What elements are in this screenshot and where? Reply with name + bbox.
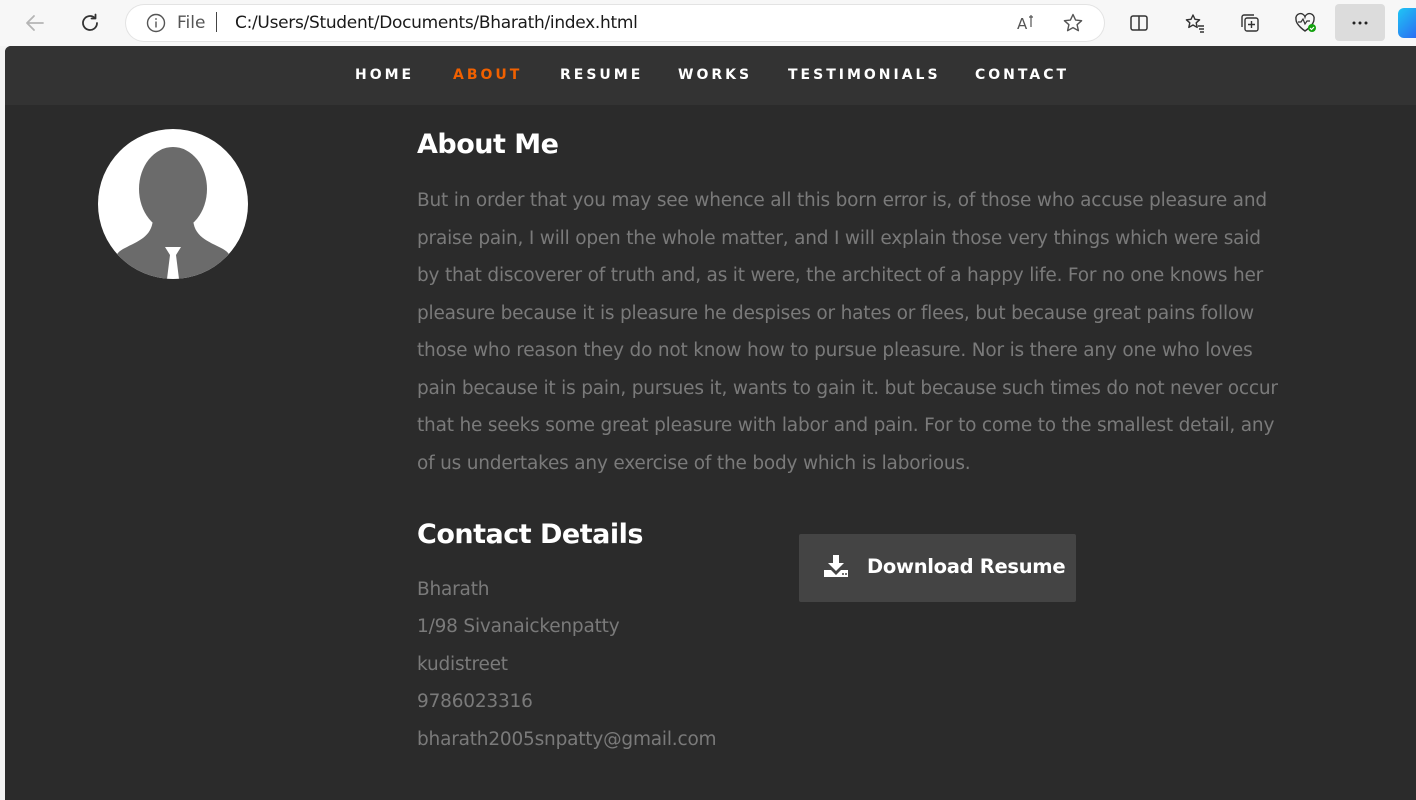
nav-contact[interactable]: CONTACT xyxy=(975,67,1069,83)
nav-home[interactable]: HOME xyxy=(355,67,414,83)
info-icon[interactable] xyxy=(146,13,166,38)
refresh-icon xyxy=(82,13,98,31)
more-options-button[interactable] xyxy=(1335,4,1385,41)
nav-resume[interactable]: RESUME xyxy=(560,67,643,83)
collections-icon xyxy=(1241,14,1259,32)
about-heading: About Me xyxy=(417,129,559,160)
contact-phone: 9786023316 xyxy=(417,691,533,712)
contact-heading: Contact Details xyxy=(417,519,643,550)
read-aloud-icon[interactable]: A xyxy=(1016,12,1038,39)
arrow-left-icon xyxy=(26,15,44,31)
contact-name: Bharath xyxy=(417,579,490,600)
split-screen-icon xyxy=(1130,15,1148,31)
split-screen-button[interactable] xyxy=(1122,6,1156,40)
heart-pulse-icon xyxy=(1295,12,1316,32)
webpage: HOME ABOUT RESUME WORKS TESTIMONIALS CON… xyxy=(5,46,1416,800)
address-separator xyxy=(216,12,217,32)
favorites-button[interactable] xyxy=(1178,6,1212,40)
contact-address-line1: 1/98 Sivanaickenpatty xyxy=(417,616,620,637)
contact-email[interactable]: bharath2005snpatty@gmail.com xyxy=(417,729,717,750)
favorite-star-icon[interactable] xyxy=(1062,12,1084,39)
nav-about[interactable]: ABOUT xyxy=(453,67,522,83)
download-icon xyxy=(823,554,849,583)
about-paragraph: But in order that you may see whence all… xyxy=(417,190,1278,474)
nav-testimonials[interactable]: TESTIMONIALS xyxy=(788,67,941,83)
contact-address-line2: kudistreet xyxy=(417,654,508,675)
download-resume-button[interactable]: Download Resume xyxy=(799,534,1076,602)
collections-button[interactable] xyxy=(1233,6,1267,40)
profile-avatar xyxy=(98,129,248,279)
svg-text:A: A xyxy=(1017,15,1028,33)
file-label: File xyxy=(177,13,206,33)
browser-essentials-button[interactable] xyxy=(1288,6,1322,40)
address-bar[interactable]: File C:/Users/Student/Documents/Bharath/… xyxy=(126,5,1104,41)
url-text[interactable]: C:/Users/Student/Documents/Bharath/index… xyxy=(235,13,638,33)
main-nav: HOME ABOUT RESUME WORKS TESTIMONIALS CON… xyxy=(5,46,1416,105)
nav-works[interactable]: WORKS xyxy=(678,67,752,83)
more-dots-icon xyxy=(1352,21,1368,24)
user-silhouette-icon xyxy=(112,147,234,279)
browser-toolbar: File C:/Users/Student/Documents/Bharath/… xyxy=(0,0,1416,46)
copilot-icon[interactable] xyxy=(1398,8,1416,38)
favorites-list-icon xyxy=(1185,14,1204,33)
back-button[interactable] xyxy=(18,6,52,40)
download-resume-label: Download Resume xyxy=(867,555,1066,578)
refresh-button[interactable] xyxy=(73,6,107,40)
